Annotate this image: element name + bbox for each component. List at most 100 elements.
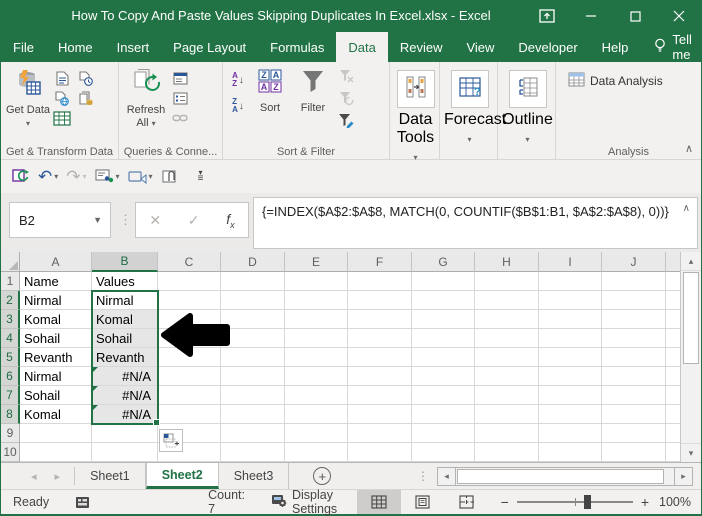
normal-view-button[interactable] — [356, 490, 401, 514]
cell-j1[interactable] — [602, 272, 666, 291]
refresh-save-icon[interactable] — [9, 166, 33, 188]
select-all-corner[interactable] — [1, 252, 20, 272]
zoom-slider-thumb[interactable] — [584, 495, 592, 509]
row-header-10[interactable]: 10 — [1, 443, 20, 462]
shapes-button[interactable]: ▾ — [125, 166, 156, 188]
cell-a5[interactable]: Revanth — [20, 348, 92, 367]
cell-i6[interactable] — [539, 367, 602, 386]
cell-b9[interactable] — [92, 424, 158, 443]
cell-e10[interactable] — [285, 443, 348, 462]
data-analysis-button[interactable]: Data Analysis — [568, 72, 693, 90]
cell-b7[interactable]: #N/A — [92, 386, 158, 405]
cell-e1[interactable] — [285, 272, 348, 291]
cell-j8[interactable] — [602, 405, 666, 424]
sheet-tab-sheet2[interactable]: Sheet2 — [145, 463, 219, 489]
cell-f3[interactable] — [348, 310, 412, 329]
ribbon-tab-view[interactable]: View — [454, 32, 506, 62]
existing-connections-icon[interactable] — [77, 90, 95, 106]
cell-g6[interactable] — [412, 367, 475, 386]
cell-c6[interactable] — [158, 367, 221, 386]
cell-f8[interactable] — [348, 405, 412, 424]
ribbon-tab-help[interactable]: Help — [590, 32, 641, 62]
cell-i2[interactable] — [539, 291, 602, 310]
cell-d7[interactable] — [221, 386, 285, 405]
cell-a7[interactable]: Sohail — [20, 386, 92, 405]
cell-h10[interactable] — [475, 443, 539, 462]
cell-h6[interactable] — [475, 367, 539, 386]
cell-d8[interactable] — [221, 405, 285, 424]
name-box[interactable]: B2 ▼ — [9, 202, 111, 238]
undo-button[interactable]: ↶ ▾ — [35, 165, 61, 188]
cell-j9[interactable] — [602, 424, 666, 443]
cell-h2[interactable] — [475, 291, 539, 310]
insert-function-button[interactable]: fx — [226, 211, 234, 230]
sort-descending-icon[interactable]: Z A ↓ — [229, 98, 247, 114]
cell-h8[interactable] — [475, 405, 539, 424]
ribbon-tab-page-layout[interactable]: Page Layout — [161, 32, 258, 62]
cell-a10[interactable] — [20, 443, 92, 462]
forecast-button[interactable]: ? — [450, 70, 489, 108]
outline-button[interactable] — [508, 70, 547, 108]
cell-i7[interactable] — [539, 386, 602, 405]
workbook-connections-icon[interactable] — [171, 90, 189, 106]
horizontal-scroll-thumb[interactable] — [457, 468, 665, 484]
cell-b2[interactable]: Nirmal — [92, 291, 158, 310]
collapse-ribbon-icon[interactable]: ∧ — [685, 142, 693, 155]
row-header-6[interactable]: 6 — [1, 367, 20, 386]
formula-bar-splitter[interactable]: ⋮ — [119, 202, 132, 238]
display-settings-button[interactable]: Display Settings — [271, 488, 357, 516]
cell-a1[interactable]: Name — [20, 272, 92, 291]
column-header-h[interactable]: H — [475, 252, 539, 272]
row-header-8[interactable]: 8 — [1, 405, 20, 424]
cell-b3[interactable]: Komal — [92, 310, 158, 329]
cell-g4[interactable] — [412, 329, 475, 348]
vertical-scrollbar[interactable]: ▴ ▾ — [680, 252, 701, 462]
cell-f10[interactable] — [348, 443, 412, 462]
row-header-1[interactable]: 1 — [1, 272, 20, 291]
cell-g7[interactable] — [412, 386, 475, 405]
cell-c1[interactable] — [158, 272, 221, 291]
cell-c8[interactable] — [158, 405, 221, 424]
cell-j3[interactable] — [602, 310, 666, 329]
cell-e5[interactable] — [285, 348, 348, 367]
cell-f6[interactable] — [348, 367, 412, 386]
cell-a3[interactable]: Komal — [20, 310, 92, 329]
name-box-dropdown-icon[interactable]: ▼ — [93, 215, 102, 225]
close-button[interactable] — [657, 0, 701, 32]
sheet-tab-sheet1[interactable]: Sheet1 — [75, 463, 146, 489]
ribbon-tab-insert[interactable]: Insert — [105, 32, 162, 62]
status-count[interactable]: Count: 7 — [208, 488, 245, 516]
paste-options-button[interactable] — [159, 429, 183, 452]
ribbon-tab-formulas[interactable]: Formulas — [258, 32, 336, 62]
cell-g10[interactable] — [412, 443, 475, 462]
cell-j10[interactable] — [602, 443, 666, 462]
cell-e6[interactable] — [285, 367, 348, 386]
cell-g5[interactable] — [412, 348, 475, 367]
from-web-icon[interactable] — [53, 90, 71, 106]
cell-g3[interactable] — [412, 310, 475, 329]
page-layout-view-button[interactable] — [401, 490, 445, 514]
page-break-preview-button[interactable] — [445, 490, 489, 514]
from-text-csv-icon[interactable] — [53, 70, 71, 86]
sheet-tab-sheet3[interactable]: Sheet3 — [219, 463, 290, 489]
cell-f7[interactable] — [348, 386, 412, 405]
cell-e8[interactable] — [285, 405, 348, 424]
cell-g2[interactable] — [412, 291, 475, 310]
cell-d2[interactable] — [221, 291, 285, 310]
row-header-2[interactable]: 2 — [1, 291, 20, 310]
cell-i1[interactable] — [539, 272, 602, 291]
tell-me[interactable]: Tell me — [644, 32, 702, 62]
cell-j2[interactable] — [602, 291, 666, 310]
cell-g8[interactable] — [412, 405, 475, 424]
share-people-button[interactable]: ▾ — [92, 166, 123, 187]
cell-i4[interactable] — [539, 329, 602, 348]
cell-h7[interactable] — [475, 386, 539, 405]
cell-d6[interactable] — [221, 367, 285, 386]
cell-f5[interactable] — [348, 348, 412, 367]
sort-button[interactable]: ZAAZ Sort — [249, 68, 291, 115]
get-data-button[interactable]: Get Data ▾ — [5, 68, 51, 129]
scroll-down-icon[interactable]: ▾ — [681, 443, 701, 462]
row-header-3[interactable]: 3 — [1, 310, 20, 329]
ribbon-tab-review[interactable]: Review — [388, 32, 455, 62]
column-header-a[interactable]: A — [20, 252, 92, 272]
